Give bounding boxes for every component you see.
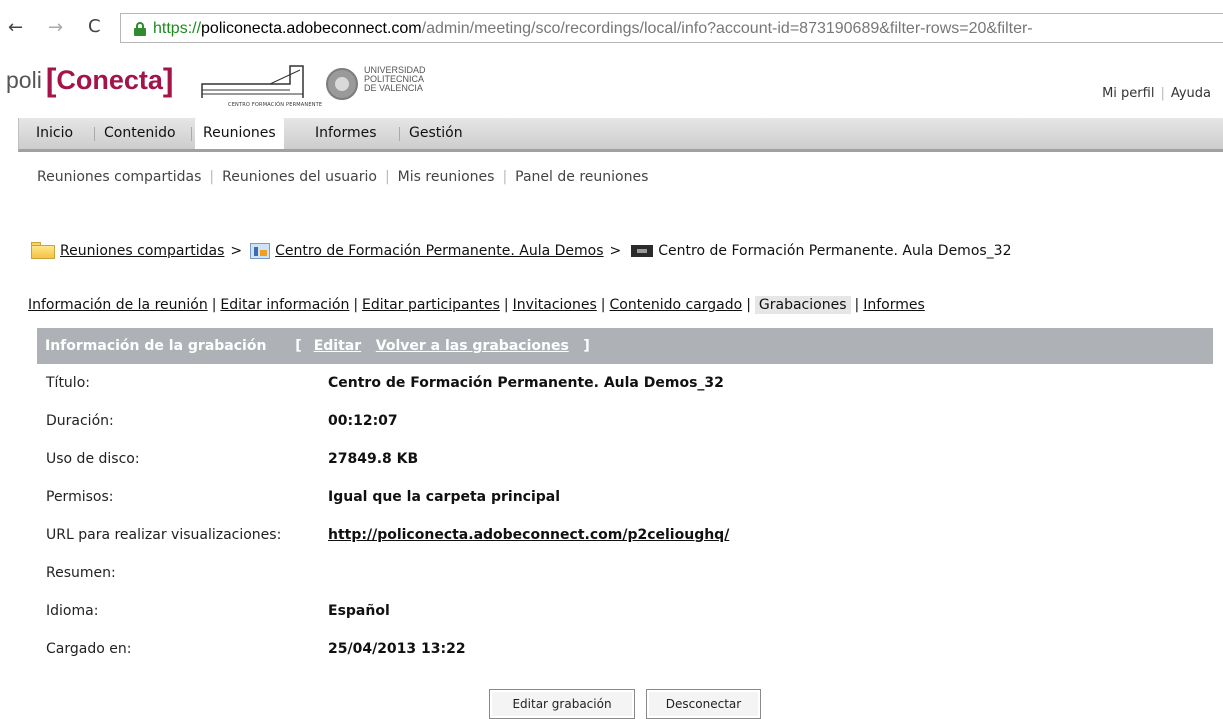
tab-meeting-info[interactable]: Información de la reunión (28, 297, 208, 313)
policonecta-logo[interactable]: poli [Conecta] (6, 62, 174, 99)
meeting-room-icon (250, 242, 271, 259)
breadcrumb-shared-meetings[interactable]: Reuniones compartidas (60, 243, 224, 259)
disk-usage-value: 27849.8 KB (328, 451, 419, 467)
tab-edit-info[interactable]: Editar información (220, 297, 349, 313)
breadcrumb-meeting-room[interactable]: Centro de Formación Permanente. Aula Dem… (275, 243, 603, 259)
recording-info-panel: Información de la grabación [Editar Volv… (37, 328, 1213, 668)
nav-inicio[interactable]: Inicio (36, 118, 73, 149)
row-title: Título: Centro de Formación Permanente. A… (37, 364, 1213, 402)
nav-divider (399, 127, 400, 141)
nav-contenido[interactable]: Contenido (104, 118, 176, 149)
nav-gestion[interactable]: Gestión (409, 118, 463, 149)
my-profile-link[interactable]: Mi perfil (1102, 86, 1154, 101)
action-buttons: Editar grabación Desconectar (0, 689, 1223, 719)
meeting-tabs: Información de la reunión | Editar inform… (28, 296, 925, 314)
row-duration: Duración: 00:12:07 (37, 402, 1213, 440)
folder-icon (30, 242, 56, 259)
url-text: https://policonecta.adobeconnect.com/adm… (153, 20, 1033, 37)
main-navigation: Inicio Contenido Reuniones Informes Gest… (18, 118, 1223, 152)
uploaded-on-value: 25/04/2013 13:22 (328, 641, 466, 657)
upv-seal-icon (326, 68, 358, 100)
help-link[interactable]: Ayuda (1171, 86, 1211, 101)
breadcrumb: Reuniones compartidas > Centro de Formac… (30, 242, 1012, 259)
tab-reports[interactable]: Informes (863, 297, 925, 313)
back-arrow-icon[interactable]: ← (8, 19, 23, 37)
reload-icon[interactable]: C (88, 18, 101, 36)
back-to-recordings-link[interactable]: Volver a las grabaciones (376, 338, 569, 354)
tab-edit-participants[interactable]: Editar participantes (362, 297, 500, 313)
tab-uploaded-content[interactable]: Contenido cargado (610, 297, 743, 313)
user-links: Mi perfil | Ayuda (1102, 86, 1211, 101)
nav-reuniones[interactable]: Reuniones (195, 118, 284, 149)
lock-icon (134, 22, 146, 36)
row-summary: Resumen: (46, 565, 116, 581)
address-bar[interactable]: https://policonecta.adobeconnect.com/adm… (120, 13, 1223, 43)
tab-recordings[interactable]: Grabaciones (754, 296, 851, 314)
subnav-user-meetings[interactable]: Reuniones del usuario (222, 169, 377, 185)
recording-title-value: Centro de Formación Permanente. Aula Dem… (328, 375, 724, 391)
tab-invitations[interactable]: Invitaciones (513, 297, 597, 313)
row-disk-usage: Uso de disco: 27849.8 KB (37, 440, 1213, 478)
nav-divider (94, 127, 95, 141)
site-header: poli [Conecta] CENTRO FORMACIÓN PERMANEN… (0, 54, 1223, 118)
nav-informes[interactable]: Informes (315, 118, 377, 149)
language-value: Español (328, 603, 390, 619)
row-view-url: URL para realizar visualizaciones: http:/… (37, 516, 1213, 554)
upv-logo-text: UNIVERSIDAD POLITECNICA DE VALENCIA (364, 65, 426, 93)
sub-navigation: Reuniones compartidas | Reuniones del usua… (37, 169, 649, 185)
row-uploaded-on: Cargado en: 25/04/2013 13:22 (37, 630, 1213, 668)
row-permissions: Permisos: Igual que la carpeta principal (37, 478, 1213, 516)
permissions-value: Igual que la carpeta principal (328, 489, 561, 505)
panel-title: Información de la grabación (45, 338, 267, 354)
row-language: Idioma: Español (37, 592, 1213, 630)
subnav-meetings-dashboard[interactable]: Panel de reuniones (515, 169, 648, 185)
edit-link[interactable]: Editar (314, 338, 361, 354)
recording-icon (631, 244, 654, 257)
view-url-link[interactable]: http://policonecta.adobeconnect.com/p2ce… (328, 516, 729, 554)
forward-arrow-icon[interactable]: → (48, 19, 63, 37)
panel-header: Información de la grabación [Editar Volv… (37, 328, 1213, 364)
breadcrumb-current-recording: Centro de Formación Permanente. Aula Dem… (658, 242, 1012, 259)
logo-building-graphic (201, 65, 304, 98)
duration-value: 00:12:07 (328, 413, 398, 429)
subnav-my-meetings[interactable]: Mis reuniones (398, 169, 495, 185)
logo-subtitle: CENTRO FORMACIÓN PERMANENTE (228, 102, 323, 108)
nav-divider (191, 127, 192, 141)
browser-toolbar: ← → C https://policonecta.adobeconnect.c… (0, 0, 1223, 54)
subnav-shared-meetings[interactable]: Reuniones compartidas (37, 169, 201, 185)
